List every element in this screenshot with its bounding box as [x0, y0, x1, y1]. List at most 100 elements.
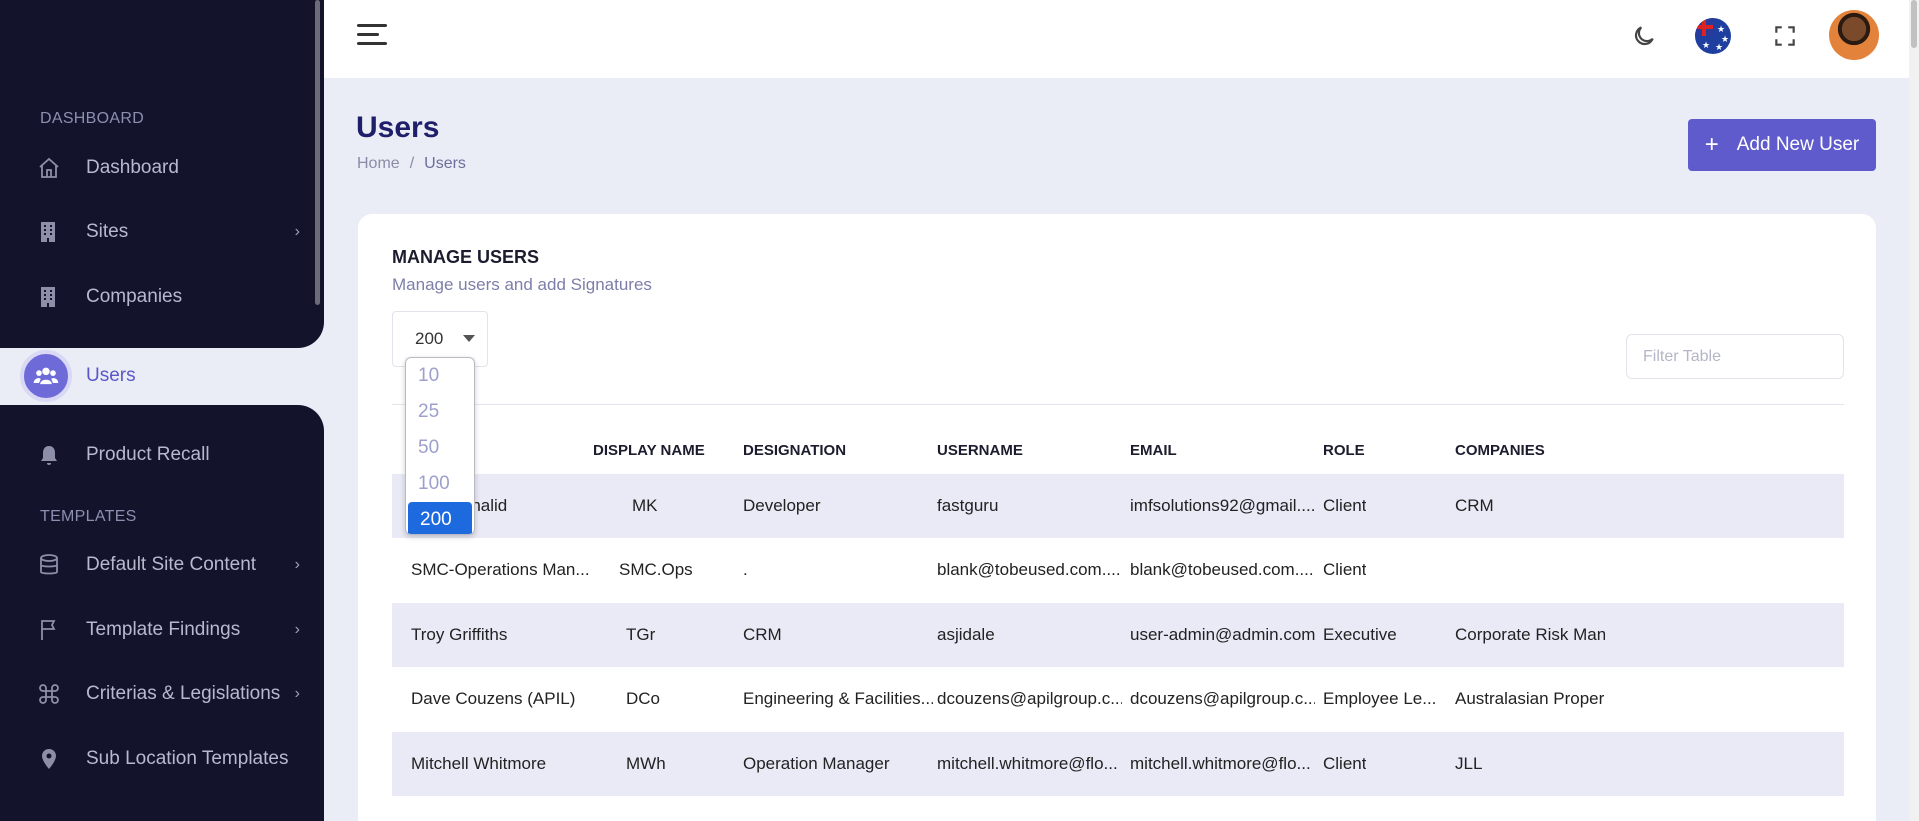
- sidebar-item-template-findings[interactable]: Template Findings ›: [36, 610, 306, 650]
- page-size-option[interactable]: 25: [406, 394, 474, 430]
- building-icon: [36, 284, 62, 310]
- sidebar-item-criterias-legislations[interactable]: Criterias & Legislations ›: [36, 674, 306, 714]
- sidebar-item-label: Criterias & Legislations: [86, 683, 281, 704]
- sidebar-item-default-site-content[interactable]: Default Site Content ›: [36, 545, 306, 585]
- manage-users-card: MANAGE USERS Manage users and add Signat…: [358, 214, 1876, 821]
- cell-display-name: SMC.Ops: [619, 560, 693, 579]
- cell-username: fastguru: [937, 496, 999, 515]
- sidebar-item-product-recall[interactable]: Product Recall: [36, 435, 306, 475]
- sidebar-scrollbar[interactable]: [315, 0, 320, 305]
- chevron-right-icon: ›: [294, 621, 300, 638]
- flag-icon: [36, 617, 62, 643]
- user-avatar[interactable]: [1829, 10, 1879, 60]
- top-bar: ★ ★ ★ ★: [324, 0, 1909, 78]
- fullscreen-icon[interactable]: [1767, 18, 1803, 54]
- add-new-user-button[interactable]: + Add New User: [1688, 119, 1876, 171]
- table-row[interactable]: SMC-Operations Man... SMC.Ops . blank@to…: [392, 538, 1844, 602]
- cell-display-name: TGr: [626, 625, 656, 644]
- page-scrollbar[interactable]: [1909, 0, 1919, 821]
- cell-role: Client: [1323, 560, 1367, 579]
- cell-companies: JLL: [1455, 754, 1483, 773]
- column-header-role[interactable]: ROLE: [1323, 442, 1365, 459]
- cell-companies: CRM: [1455, 496, 1494, 515]
- sidebar-item-sub-location-templates[interactable]: Sub Location Templates: [36, 739, 306, 779]
- database-icon: [36, 552, 62, 578]
- sidebar-item-label: Default Site Content: [86, 554, 257, 575]
- breadcrumb-current: Users: [424, 155, 466, 172]
- column-header-username[interactable]: USERNAME: [937, 442, 1023, 459]
- divider: [392, 404, 1844, 405]
- cell-email: user-admin@admin.com: [1130, 625, 1315, 644]
- sidebar-item-label: Sites: [86, 221, 129, 242]
- cell-name: Dave Couzens (APIL): [411, 689, 576, 708]
- sidebar-item-label: Users: [86, 365, 136, 386]
- cell-designation: Engineering & Facilities...: [743, 689, 933, 708]
- breadcrumb-separator: /: [409, 155, 415, 172]
- card-title: MANAGE USERS: [392, 247, 540, 267]
- breadcrumb: Home / Users: [357, 155, 466, 173]
- table-row[interactable]: Mitchell Whitmore MWh Operation Manager …: [392, 732, 1844, 796]
- building-icon: [36, 219, 62, 245]
- breadcrumb-home-link[interactable]: Home: [357, 155, 400, 172]
- sidebar-item-users[interactable]: Users: [20, 350, 320, 402]
- chevron-right-icon: ›: [294, 685, 300, 702]
- chevron-right-icon: ›: [294, 223, 300, 240]
- menu-toggle-icon[interactable]: [357, 24, 387, 48]
- table-row[interactable]: Dave Couzens (APIL) DCo Engineering & Fa…: [392, 667, 1844, 731]
- cell-companies: Australasian Proper: [1455, 689, 1605, 708]
- sidebar-item-label: Sub Location Templates: [86, 748, 289, 769]
- cell-display-name: MK: [632, 496, 658, 515]
- sidebar: DASHBOARD Dashboard Sites › Companies Us…: [0, 0, 324, 821]
- column-header-companies[interactable]: COMPANIES: [1455, 442, 1545, 459]
- sidebar-section-templates: TEMPLATES: [40, 508, 137, 525]
- sidebar-item-sites[interactable]: Sites ›: [36, 212, 306, 252]
- card-subtitle: Manage users and add Signatures: [392, 275, 652, 294]
- cell-email: mitchell.whitmore@flo...: [1130, 754, 1311, 773]
- sidebar-item-label: Template Findings: [86, 619, 241, 640]
- cell-designation: Developer: [743, 496, 821, 515]
- cell-email: blank@tobeused.com....: [1130, 560, 1314, 579]
- cell-role: Client: [1323, 496, 1367, 515]
- cell-username: blank@tobeused.com....: [937, 560, 1121, 579]
- page-size-option-selected[interactable]: 200: [408, 502, 472, 534]
- bell-icon: [36, 442, 62, 468]
- page-size-value: 200: [415, 329, 444, 348]
- plus-icon: +: [1704, 131, 1719, 158]
- sidebar-item-companies[interactable]: Companies: [36, 277, 306, 317]
- dark-mode-moon-icon[interactable]: [1626, 18, 1662, 54]
- cell-name: SMC-Operations Man...: [411, 560, 590, 579]
- column-header-display-name[interactable]: DISPLAY NAME: [593, 442, 705, 459]
- table-row[interactable]: Khalid MK Developer fastguru imfsolution…: [392, 474, 1844, 538]
- cell-name: Mitchell Whitmore: [411, 754, 547, 773]
- column-header-email[interactable]: EMAIL: [1130, 442, 1177, 459]
- caret-down-icon: [463, 335, 475, 342]
- home-icon: [36, 155, 62, 181]
- cell-name: Troy Griffiths: [411, 625, 508, 644]
- sidebar-item-dashboard[interactable]: Dashboard: [36, 148, 306, 188]
- language-flag-icon[interactable]: ★ ★ ★ ★: [1695, 18, 1731, 54]
- command-icon: [36, 681, 62, 707]
- cell-designation: .: [743, 560, 748, 579]
- pin-icon: [36, 746, 62, 772]
- cell-designation: Operation Manager: [743, 754, 890, 773]
- sidebar-section-dashboard: DASHBOARD: [40, 110, 145, 127]
- page-size-dropdown: 10 25 50 100 200: [405, 357, 475, 535]
- chevron-right-icon: ›: [294, 556, 300, 573]
- cell-email: imfsolutions92@gmail....: [1130, 496, 1315, 515]
- cell-role: Client: [1323, 754, 1367, 773]
- cell-designation: CRM: [743, 625, 782, 644]
- cell-username: mitchell.whitmore@flo...: [937, 754, 1118, 773]
- filter-table-input[interactable]: [1626, 334, 1844, 379]
- cell-display-name: MWh: [626, 754, 666, 773]
- cell-username: dcouzens@apilgroup.c...: [937, 689, 1122, 708]
- page-title: Users: [356, 111, 440, 144]
- page-size-option[interactable]: 100: [406, 466, 474, 502]
- cell-username: asjidale: [937, 625, 995, 644]
- page-size-option[interactable]: 50: [406, 430, 474, 466]
- cell-role: Executive: [1323, 625, 1397, 644]
- add-new-user-label: Add New User: [1736, 134, 1860, 155]
- cell-display-name: DCo: [626, 689, 661, 708]
- column-header-designation[interactable]: DESIGNATION: [743, 442, 846, 459]
- table-row[interactable]: Troy Griffiths TGr CRM asjidale user-adm…: [392, 603, 1844, 667]
- page-size-option[interactable]: 10: [406, 358, 474, 394]
